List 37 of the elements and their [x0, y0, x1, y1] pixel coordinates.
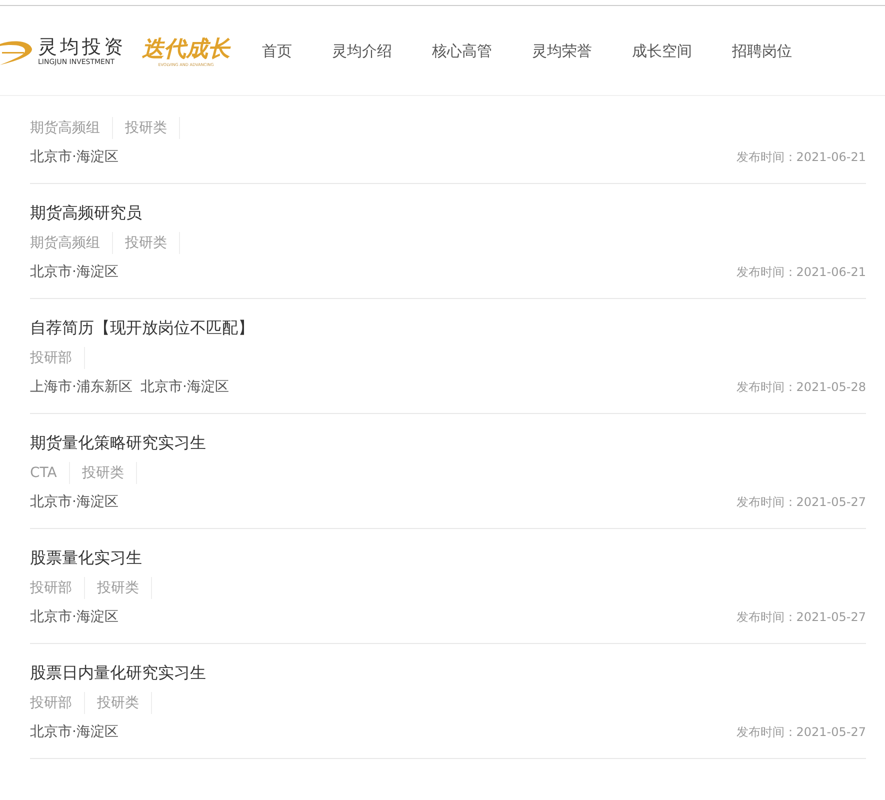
nav-link[interactable]: 核心高管 [432, 42, 492, 61]
logo-name: 灵均投资 [38, 36, 126, 58]
publish-date: 发布时间：2021-05-27 [736, 724, 866, 740]
job-tag: 期货高频组 [30, 232, 113, 254]
job-location: 上海市·浦东新区 [30, 378, 132, 396]
publish-date: 发布时间：2021-05-28 [736, 378, 866, 396]
job-tag: 投研类 [82, 462, 137, 484]
job-tag: 投研类 [97, 577, 152, 599]
job-tag: 投研类 [125, 117, 180, 139]
job-title[interactable]: 期货高频研究员 [30, 202, 866, 224]
nav-link[interactable]: 首页 [262, 42, 292, 61]
job-title[interactable]: 期货量化策略研究实习生 [30, 432, 866, 454]
publish-date: 发布时间：2021-05-27 [736, 608, 866, 626]
nav-link[interactable]: 招聘岗位 [732, 42, 792, 61]
nav-link[interactable]: 灵均荣誉 [532, 42, 592, 61]
publish-date: 发布时间：2021-06-21 [736, 264, 866, 280]
slogan-text: 迭代成长 [142, 36, 230, 62]
job-tag: 期货高频组 [30, 117, 113, 139]
job-title[interactable]: 股票量化实习生 [30, 547, 866, 569]
job-location: 北京市·海淀区 [30, 493, 118, 511]
job-title[interactable]: 股票日内量化研究实习生 [30, 662, 866, 684]
job-location: 北京市·海淀区 [30, 608, 118, 626]
publish-date: 发布时间：2021-06-21 [736, 148, 866, 166]
job-tag: 投研部 [30, 347, 85, 369]
job-title[interactable]: 自荐简历【现开放岗位不匹配】 [30, 317, 866, 339]
job-location: 北京市·海淀区 [30, 723, 118, 741]
job-tag: 投研类 [97, 692, 152, 714]
nav-link[interactable]: 成长空间 [632, 42, 692, 61]
job-location: 北京市·海淀区 [140, 378, 229, 396]
publish-date: 发布时间：2021-05-27 [736, 494, 866, 510]
job-tag: 投研部 [30, 577, 85, 599]
job-location: 北京市·海淀区 [30, 148, 118, 166]
job-location: 北京市·海淀区 [30, 263, 118, 281]
nav-link[interactable]: 灵均介绍 [332, 42, 392, 61]
job-tag: 投研部 [30, 692, 85, 714]
job-tag: CTA [30, 462, 70, 484]
job-tag: 投研类 [125, 232, 180, 254]
